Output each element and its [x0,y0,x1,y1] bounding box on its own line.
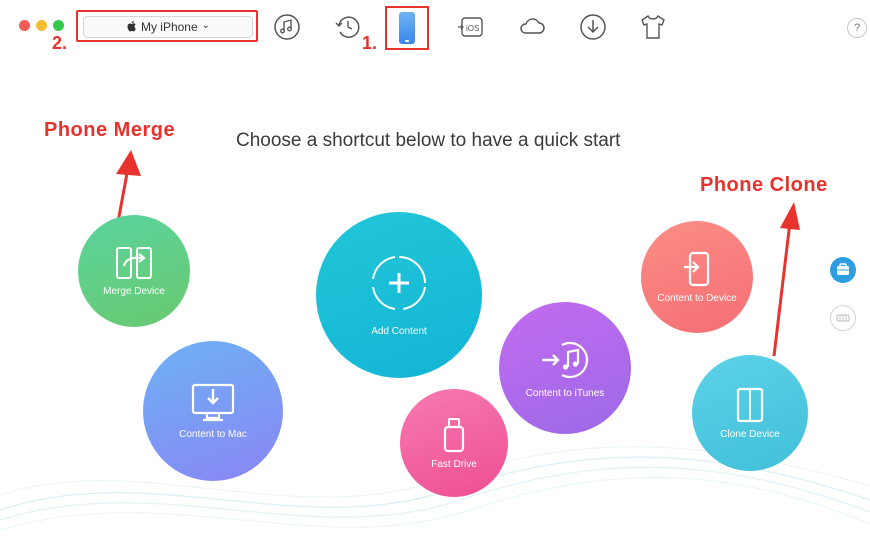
phone-clone-callout: Phone Clone [700,174,828,196]
content-to-mac-label: Content to Mac [179,428,247,440]
svg-text:iOS: iOS [466,24,479,33]
phone-merge-callout: Phone Merge [44,119,176,141]
device-name: My iPhone [140,20,198,34]
toolbox-button[interactable] [830,257,856,283]
content-to-device-shortcut[interactable]: Content to Device [641,221,753,333]
content-to-itunes-label: Content to iTunes [525,387,605,399]
close-window-dot[interactable] [19,20,30,31]
merge-device-icon [116,246,152,279]
device-selector[interactable]: My iPhone ⌄ [83,16,253,38]
clone-device-label: Clone Device [720,428,780,440]
device-import-icon [684,251,710,286]
device-selector-highlight: My iPhone ⌄ [76,10,258,42]
merge-device-shortcut[interactable]: Merge Device [78,215,190,327]
fast-drive-label: Fast Drive [431,458,477,470]
music-icon[interactable] [272,12,302,42]
help-button[interactable]: ? [847,18,867,38]
cloud-icon[interactable] [517,12,547,42]
merge-device-label: Merge Device [103,285,165,297]
itunes-transfer-icon [542,341,589,378]
clone-device-icon [736,387,764,422]
zoom-window-dot[interactable] [53,20,64,31]
content-to-device-label: Content to Device [657,292,737,304]
step-1-annotation: 1. [362,33,378,53]
phone-merge-arrow [116,150,141,223]
device-tab-highlight[interactable] [385,6,429,50]
phone-clone-arrow [772,202,800,357]
grid-icon [836,314,850,322]
ios-transfer-icon[interactable]: iOS [456,12,486,42]
content-to-itunes-shortcut[interactable]: Content to iTunes [499,302,631,434]
history-icon[interactable] [333,12,363,42]
device-list-button[interactable] [830,305,856,331]
apple-icon [126,20,137,35]
minimize-window-dot[interactable] [36,20,47,31]
fast-drive-shortcut[interactable]: Fast Drive [400,389,508,497]
add-content-shortcut[interactable]: Add Content [316,212,482,378]
clone-device-shortcut[interactable]: Clone Device [692,355,808,471]
shirt-icon[interactable] [638,12,668,42]
toolbox-icon [837,263,849,275]
phone-icon [399,12,415,44]
step-2-annotation: 2. [52,33,68,53]
add-content-icon [372,255,426,310]
page-headline: Choose a shortcut below to have a quick … [236,130,621,151]
usb-drive-icon [443,417,465,452]
add-content-label: Add Content [371,325,427,337]
chevron-down-icon: ⌄ [201,19,211,31]
download-icon[interactable] [578,12,608,42]
mac-icon [191,383,235,421]
content-to-mac-shortcut[interactable]: Content to Mac [143,341,283,481]
